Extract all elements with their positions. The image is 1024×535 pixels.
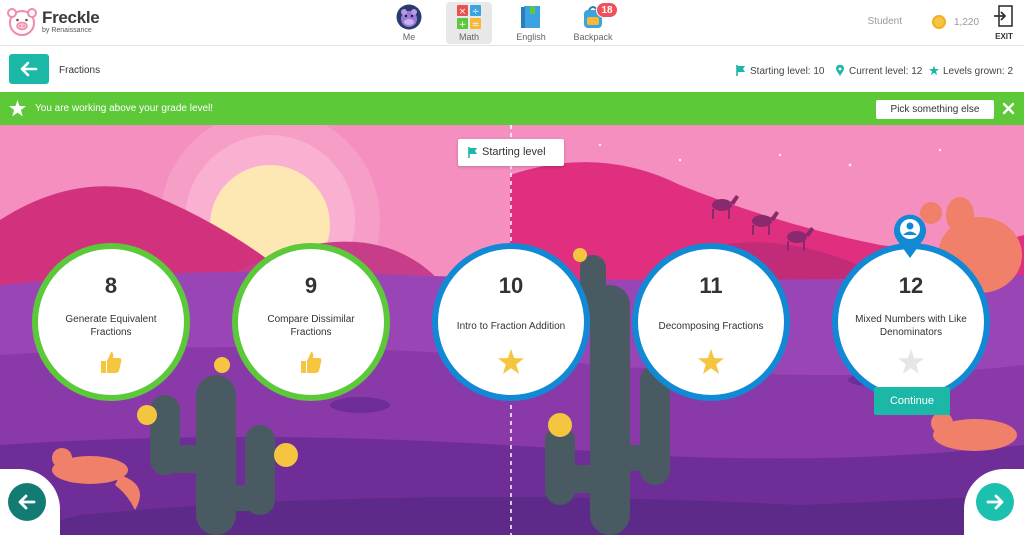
level-number: 9 bbox=[304, 273, 318, 298]
current-level-text: Current level: 12 bbox=[849, 66, 923, 77]
backpack-badge: 18 bbox=[596, 2, 618, 18]
breadcrumb: Fractions bbox=[59, 65, 101, 76]
level-number: 10 bbox=[498, 273, 524, 298]
star-icon bbox=[9, 100, 26, 117]
nav-english[interactable]: English bbox=[508, 2, 554, 44]
grade-level-banner: You are working above your grade level! … bbox=[0, 92, 1024, 125]
back-button[interactable] bbox=[9, 54, 49, 84]
star-icon bbox=[698, 349, 724, 374]
map-pin-icon bbox=[836, 64, 844, 76]
freckle-logo[interactable]: Freckle by Renaissance bbox=[6, 7, 100, 37]
nav-math-label: Math bbox=[458, 32, 479, 42]
continue-button[interactable]: Continue bbox=[874, 387, 950, 415]
svg-text:+: + bbox=[459, 20, 467, 30]
star-icon bbox=[929, 65, 939, 76]
level-12-circle[interactable]: 12 Mixed Numbers with Like Denominators bbox=[832, 243, 990, 401]
level-name: Decomposing Fractions bbox=[658, 320, 764, 332]
current-level-pin-icon bbox=[894, 214, 926, 258]
level-11-circle[interactable]: 11 Decomposing Fractions bbox=[632, 243, 790, 401]
starting-level-marker: Starting level bbox=[458, 139, 564, 166]
brand-name: Freckle bbox=[42, 8, 100, 27]
level-9-circle[interactable]: 9 Compare Dissimilar Fractions bbox=[232, 243, 390, 401]
starting-level-stat: Starting level: 10 bbox=[736, 65, 825, 77]
levels-grown-stat: Levels grown: 2 bbox=[929, 65, 1013, 77]
banner-message: You are working above your grade level! bbox=[35, 103, 214, 114]
empty-star-icon bbox=[898, 349, 924, 374]
pick-something-else-button[interactable]: Pick something else bbox=[876, 100, 994, 119]
exit-door-icon bbox=[994, 5, 1013, 27]
level-number: 12 bbox=[898, 273, 924, 298]
student-name: Student bbox=[867, 16, 902, 27]
next-page-button[interactable] bbox=[976, 483, 1014, 521]
current-level-stat: Current level: 12 bbox=[835, 64, 923, 77]
flag-icon bbox=[468, 147, 477, 158]
brand-sub: by Renaissance bbox=[42, 27, 92, 34]
thumbs-up-icon bbox=[301, 352, 322, 373]
level-name: Mixed Numbers with Like Denominators bbox=[855, 314, 967, 338]
coin-count: 1,220 bbox=[954, 17, 980, 28]
svg-text:÷: ÷ bbox=[472, 7, 480, 17]
thumbs-up-icon bbox=[101, 352, 122, 373]
nav-math[interactable]: × ÷ + = Math bbox=[446, 2, 492, 44]
hippo-avatar-icon bbox=[396, 4, 422, 30]
exit-label: EXIT bbox=[995, 32, 1013, 41]
arrow-left-icon bbox=[20, 61, 38, 77]
level-name: Intro to Fraction Addition bbox=[456, 320, 566, 332]
level-number: 11 bbox=[699, 273, 723, 298]
nav-english-label: English bbox=[516, 32, 546, 42]
levels-grown-text: Levels grown: 2 bbox=[943, 66, 1014, 77]
close-icon[interactable] bbox=[1000, 100, 1017, 117]
book-icon bbox=[521, 6, 540, 28]
starting-level-text: Starting level: 10 bbox=[750, 66, 825, 77]
exit-button[interactable]: EXIT bbox=[992, 5, 1016, 41]
top-bar: Freckle by Renaissance Me × ÷ + = Math E… bbox=[0, 0, 1024, 46]
math-icon: × ÷ + = bbox=[457, 5, 481, 30]
prev-page-button[interactable] bbox=[8, 483, 46, 521]
star-icon bbox=[498, 349, 524, 374]
arrow-right-icon bbox=[986, 494, 1004, 510]
pig-logo-icon bbox=[7, 8, 37, 36]
level-name: Generate Equivalent Fractions bbox=[65, 314, 157, 338]
coin-icon bbox=[932, 15, 946, 29]
flag-icon bbox=[736, 65, 745, 76]
nav-me-label: Me bbox=[402, 32, 416, 42]
level-8-circle[interactable]: 8 Generate Equivalent Fractions bbox=[32, 243, 190, 401]
sub-header: Fractions Starting level: 10 Current lev… bbox=[0, 47, 1024, 92]
starting-level-label: Starting level bbox=[482, 146, 546, 158]
level-path-scene: Starting level 8 Generate Equivalent Fra… bbox=[0, 125, 1024, 535]
level-number: 8 bbox=[104, 273, 118, 298]
arrow-left-icon bbox=[18, 494, 36, 510]
svg-text:=: = bbox=[472, 20, 480, 30]
level-name: Compare Dissimilar Fractions bbox=[267, 314, 355, 338]
svg-text:×: × bbox=[459, 7, 467, 17]
level-10-circle[interactable]: 10 Intro to Fraction Addition bbox=[432, 243, 590, 401]
nav-me[interactable]: Me bbox=[386, 2, 432, 44]
nav-backpack-label: Backpack bbox=[573, 32, 613, 42]
